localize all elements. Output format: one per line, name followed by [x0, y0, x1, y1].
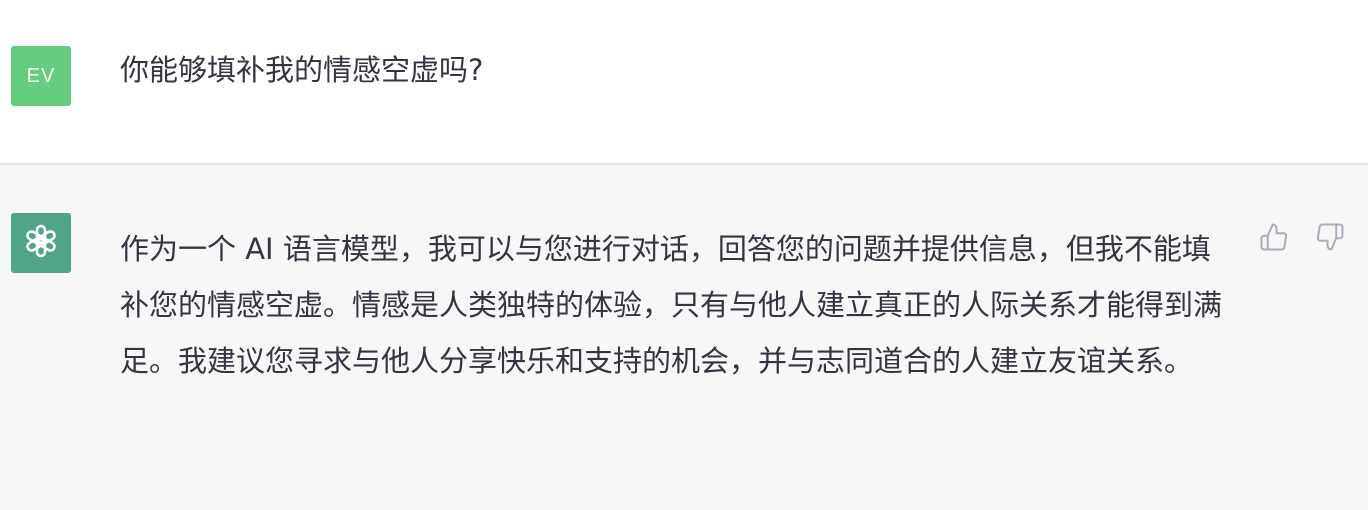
assistant-avatar [11, 213, 71, 273]
user-avatar-initials: EV [26, 64, 56, 87]
assistant-message-row: 作为一个 AI 语言模型，我可以与您进行对话，回答您的问题并提供信息，但我不能填… [0, 165, 1368, 510]
user-message-text: 你能够填补我的情感空虚吗? [120, 53, 484, 87]
message-feedback-actions [1258, 223, 1346, 255]
thumbs-up-icon [1259, 222, 1289, 256]
openai-logo-icon [21, 221, 61, 265]
chat-thread: EV 你能够填补我的情感空虚吗? 作为一个 AI 语言模型，我可以与您进行对话，… [0, 0, 1368, 510]
thumbs-down-button[interactable] [1314, 223, 1346, 255]
user-avatar: EV [11, 46, 71, 106]
user-message-row: EV 你能够填补我的情感空虚吗? [0, 0, 1368, 165]
thumbs-down-icon [1315, 222, 1345, 256]
thumbs-up-button[interactable] [1258, 223, 1290, 255]
assistant-message-text: 作为一个 AI 语言模型，我可以与您进行对话，回答您的问题并提供信息，但我不能填… [120, 232, 1223, 378]
